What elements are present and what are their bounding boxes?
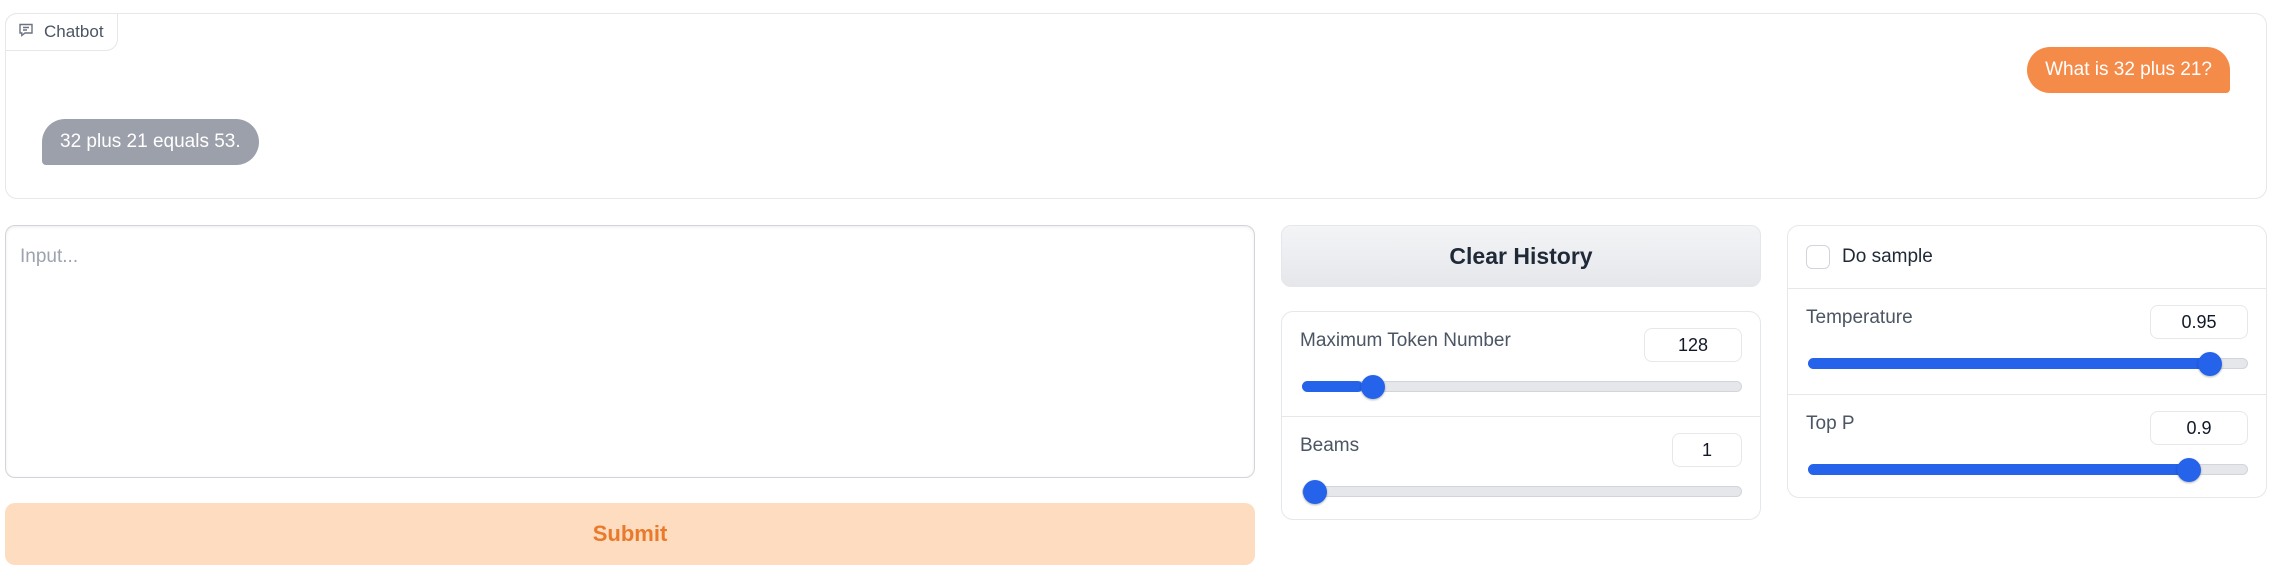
top-p-slider-fill xyxy=(1808,464,2198,475)
top-p-control: Top P 0.9 xyxy=(1788,394,2266,498)
temperature-label: Temperature xyxy=(1806,307,1913,328)
generation-settings-group: Maximum Token Number 128 Beams 1 xyxy=(1281,311,1761,520)
do-sample-checkbox[interactable] xyxy=(1806,245,1830,269)
do-sample-control[interactable]: Do sample xyxy=(1788,226,2266,289)
max-tokens-label: Maximum Token Number xyxy=(1300,330,1511,351)
chat-icon xyxy=(18,22,34,43)
temperature-control: Temperature 0.95 xyxy=(1788,289,2266,393)
top-p-slider-thumb[interactable] xyxy=(2177,457,2202,482)
top-p-number-input[interactable]: 0.9 xyxy=(2150,411,2248,445)
temperature-slider-thumb[interactable] xyxy=(2198,351,2223,376)
do-sample-label[interactable]: Do sample xyxy=(1842,246,1933,268)
clear-history-button[interactable]: Clear History xyxy=(1281,225,1761,287)
chatbot-label-tag: Chatbot xyxy=(5,13,118,51)
max-tokens-slider-thumb[interactable] xyxy=(1360,374,1385,399)
message-input[interactable] xyxy=(5,225,1255,478)
beams-control: Beams 1 xyxy=(1282,416,1760,520)
beams-slider[interactable] xyxy=(1302,479,1742,504)
top-p-slider[interactable] xyxy=(1808,457,2248,482)
temperature-number-input[interactable]: 0.95 xyxy=(2150,305,2248,339)
sampling-settings-group: Do sample Temperature 0.95 Top P 0.9 xyxy=(1787,225,2267,498)
bot-message: 32 plus 21 equals 53. xyxy=(42,119,259,165)
chatbot-panel: Chatbot What is 32 plus 21? 32 plus 21 e… xyxy=(5,13,2267,199)
beams-number-input[interactable]: 1 xyxy=(1672,433,1742,467)
max-tokens-slider-fill xyxy=(1302,381,1364,392)
top-p-label: Top P xyxy=(1806,413,1855,434)
temperature-slider[interactable] xyxy=(1808,351,2248,376)
max-tokens-control: Maximum Token Number 128 xyxy=(1282,312,1760,416)
chatbot-label: Chatbot xyxy=(44,22,104,41)
user-message: What is 32 plus 21? xyxy=(2027,47,2230,93)
max-tokens-number-input[interactable]: 128 xyxy=(1644,328,1742,362)
temperature-slider-fill xyxy=(1808,358,2220,369)
max-tokens-slider[interactable] xyxy=(1302,374,1742,399)
submit-button[interactable]: Submit xyxy=(5,503,1255,565)
beams-label: Beams xyxy=(1300,435,1360,456)
beams-slider-thumb[interactable] xyxy=(1303,479,1327,504)
